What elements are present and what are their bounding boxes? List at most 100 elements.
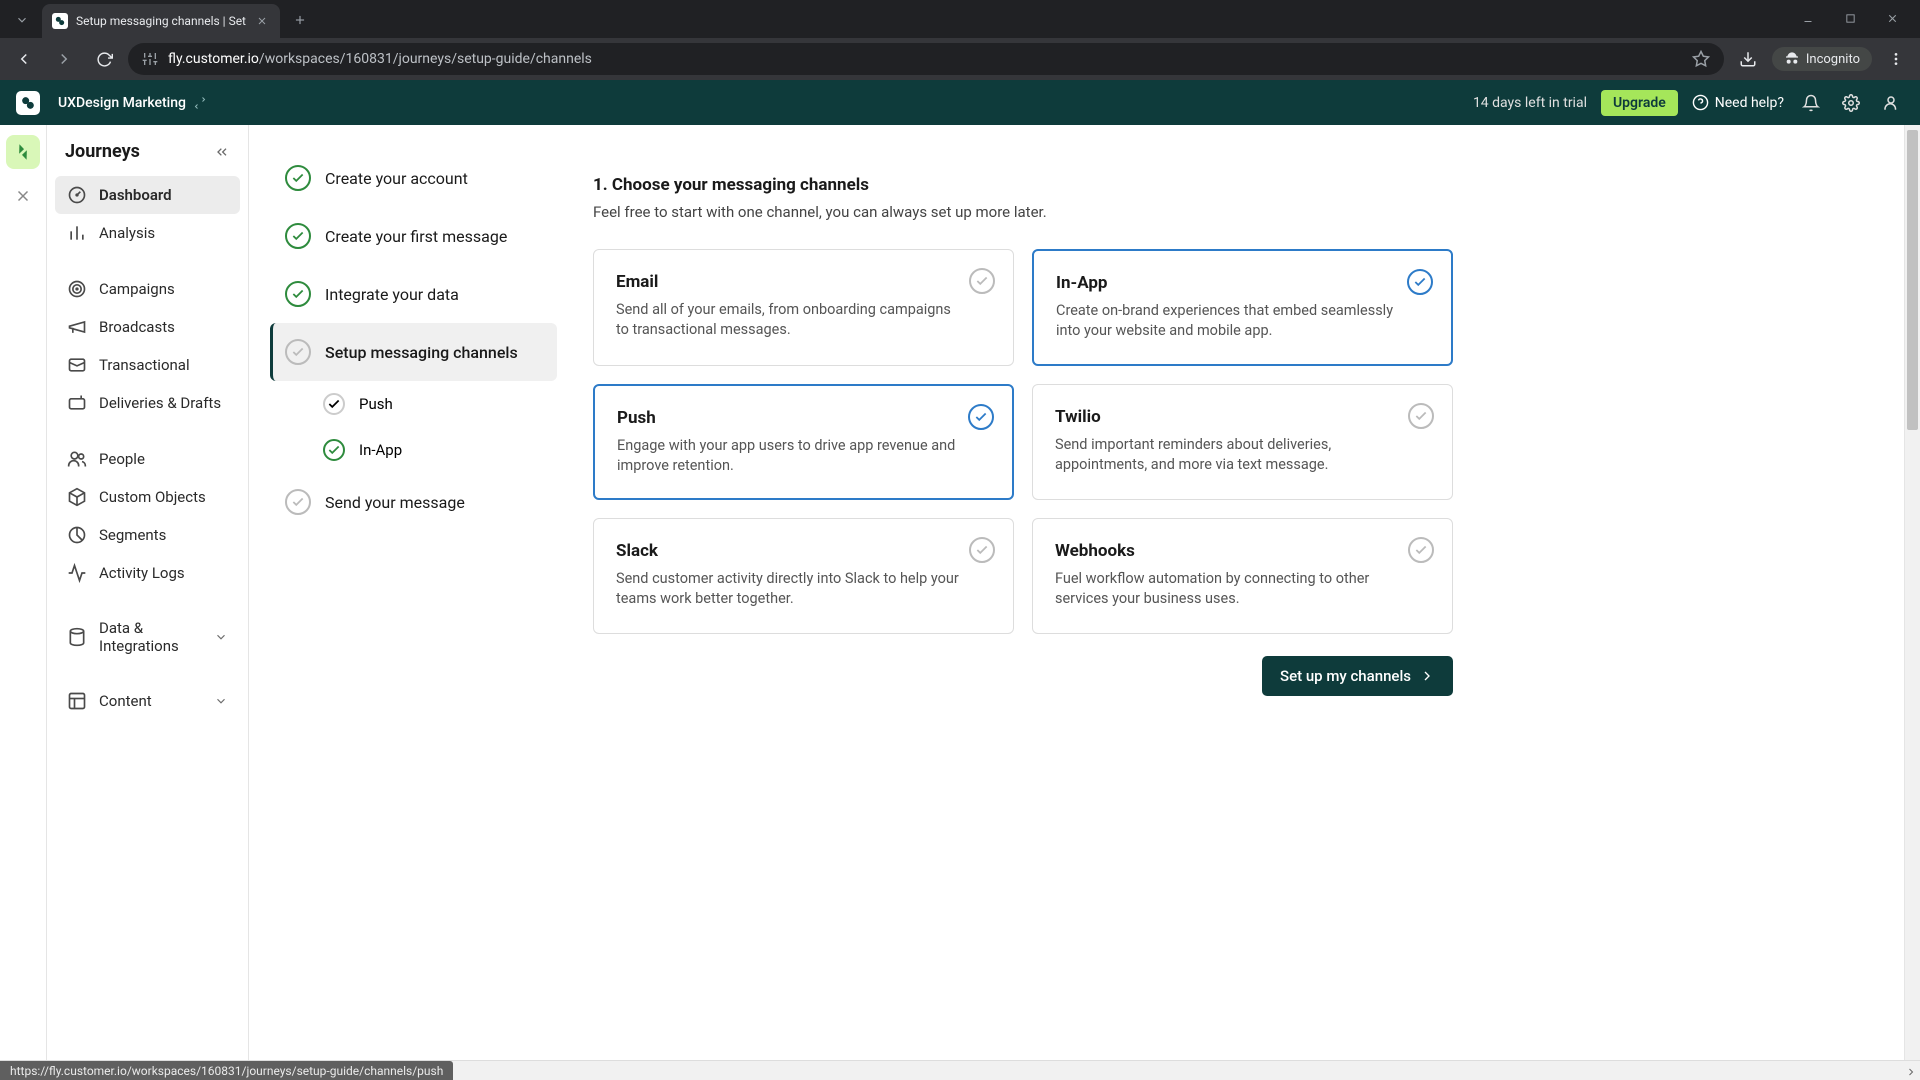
rail-journeys-icon[interactable] (6, 135, 40, 169)
site-tune-icon[interactable] (142, 51, 158, 67)
check-done-icon (285, 223, 311, 249)
chart-icon (67, 223, 87, 243)
sidebar-item-label: Deliveries & Drafts (99, 394, 221, 412)
sidebar: Journeys Dashboard Analysis Campaigns Broad… (47, 125, 249, 1060)
check-unselected-icon (1408, 403, 1434, 429)
sidebar-item-label: Dashboard (99, 186, 172, 204)
step-integrate-your-data[interactable]: Integrate your data (273, 265, 557, 323)
product-rail (0, 125, 47, 1060)
rail-other-icon[interactable] (6, 179, 40, 213)
check-unselected-icon (969, 268, 995, 294)
sidebar-item-segments[interactable]: Segments (55, 516, 240, 554)
app-logo-icon[interactable] (16, 91, 40, 115)
step-create-your-first-message[interactable]: Create your first message (273, 207, 557, 265)
scroll-right-icon[interactable] (1905, 1066, 1917, 1078)
tab-search-button[interactable] (8, 6, 36, 34)
upgrade-button[interactable]: Upgrade (1601, 90, 1678, 116)
workspace-name: UXDesign Marketing (58, 95, 186, 111)
status-bar: https://fly.customer.io/workspaces/16083… (0, 1060, 1920, 1080)
incognito-badge[interactable]: Incognito (1772, 47, 1872, 71)
favicon-icon (52, 13, 68, 29)
sidebar-title: Journeys (65, 141, 140, 162)
check-unselected-icon (969, 537, 995, 563)
setup-channels-button[interactable]: Set up my channels (1262, 656, 1453, 696)
step-create-your-account[interactable]: Create your account (273, 149, 557, 207)
channel-card-inapp[interactable]: In-AppCreate on-brand experiences that e… (1032, 249, 1453, 366)
trial-text: 14 days left in trial (1473, 95, 1587, 111)
step-label: Setup messaging channels (325, 343, 518, 362)
step-label: Send your message (325, 493, 465, 512)
sidebar-item-label: Analysis (99, 224, 155, 242)
sidebar-item-label: Custom Objects (99, 488, 206, 506)
forward-button[interactable] (48, 43, 80, 75)
check-done-icon (323, 439, 345, 461)
sidebar-item-content[interactable]: Content (55, 682, 240, 720)
sidebar-item-activity-logs[interactable]: Activity Logs (55, 554, 240, 592)
notifications-icon[interactable] (1798, 90, 1824, 116)
sidebar-item-data-integrations[interactable]: Data & Integrations (55, 610, 240, 664)
reload-button[interactable] (88, 43, 120, 75)
sidebar-item-analysis[interactable]: Analysis (55, 214, 240, 252)
bookmark-icon[interactable] (1692, 50, 1710, 68)
url-text: fly.customer.io/workspaces/160831/journe… (168, 51, 592, 67)
sidebar-item-dashboard[interactable]: Dashboard (55, 176, 240, 214)
window-controls (1794, 4, 1920, 38)
swap-icon (194, 97, 206, 109)
step-send-your-message[interactable]: Send your message (273, 473, 557, 531)
channel-card-push[interactable]: PushEngage with your app users to drive … (593, 384, 1014, 501)
back-button[interactable] (8, 43, 40, 75)
check-pending-icon (285, 489, 311, 515)
chevron-down-icon (214, 694, 228, 708)
sidebar-item-transactional[interactable]: Transactional (55, 346, 240, 384)
channel-card-slack[interactable]: SlackSend customer activity directly int… (593, 518, 1014, 634)
channel-desc: Send customer activity directly into Sla… (616, 569, 991, 610)
scrollbar[interactable] (1904, 125, 1920, 1060)
collapse-sidebar-icon[interactable] (214, 144, 230, 160)
step-setup-messaging-channels[interactable]: Setup messaging channels (270, 323, 557, 381)
substep-in-app[interactable]: In-App (313, 427, 557, 473)
new-tab-button[interactable] (286, 6, 314, 34)
address-bar[interactable]: fly.customer.io/workspaces/160831/journe… (128, 43, 1724, 75)
browser-menu-icon[interactable] (1880, 43, 1912, 75)
channel-desc: Create on-brand experiences that embed s… (1056, 301, 1429, 342)
close-window-button[interactable] (1878, 4, 1906, 32)
channel-desc: Fuel workflow automation by connecting t… (1055, 569, 1430, 610)
settings-gear-icon[interactable] (1838, 90, 1864, 116)
workspace-switcher[interactable]: UXDesign Marketing (58, 95, 206, 111)
channel-desc: Engage with your app users to drive app … (617, 436, 990, 477)
setup-steps: Create your account Create your first mes… (249, 125, 569, 1060)
sidebar-item-label: Broadcasts (99, 318, 175, 336)
sidebar-item-campaigns[interactable]: Campaigns (55, 270, 240, 308)
main-content: 1. Choose your messaging channels Feel f… (569, 125, 1920, 1060)
maximize-button[interactable] (1836, 4, 1864, 32)
sidebar-item-broadcasts[interactable]: Broadcasts (55, 308, 240, 346)
content-icon (67, 691, 87, 711)
check-pending-icon (323, 393, 345, 415)
gauge-icon (67, 185, 87, 205)
help-button[interactable]: Need help? (1692, 94, 1784, 111)
channel-desc: Send all of your emails, from onboarding… (616, 300, 991, 341)
step-label: Create your first message (325, 227, 507, 246)
sidebar-item-people[interactable]: People (55, 440, 240, 478)
tab-close-button[interactable] (254, 13, 270, 29)
channel-desc: Send important reminders about deliverie… (1055, 435, 1430, 476)
profile-icon[interactable] (1878, 90, 1904, 116)
channel-title: Twilio (1055, 407, 1430, 427)
sidebar-item-custom-objects[interactable]: Custom Objects (55, 478, 240, 516)
activity-icon (67, 563, 87, 583)
tab-title: Setup messaging channels | Set (76, 14, 246, 28)
data-icon (67, 627, 87, 647)
sidebar-item-label: Content (99, 692, 152, 710)
check-unselected-icon (1408, 537, 1434, 563)
transaction-icon (67, 355, 87, 375)
sidebar-item-deliveries-drafts[interactable]: Deliveries & Drafts (55, 384, 240, 422)
channel-card-webhooks[interactable]: WebhooksFuel workflow automation by conn… (1032, 518, 1453, 634)
mailbox-icon (67, 393, 87, 413)
downloads-icon[interactable] (1732, 43, 1764, 75)
substep-push[interactable]: Push (313, 381, 557, 427)
browser-tab[interactable]: Setup messaging channels | Set (42, 4, 280, 38)
substep-label: Push (359, 395, 393, 413)
channel-card-twilio[interactable]: Twilio Send important reminders about del… (1032, 384, 1453, 501)
minimize-button[interactable] (1794, 4, 1822, 32)
channel-card-email[interactable]: EmailSend all of your emails, from onboa… (593, 249, 1014, 366)
